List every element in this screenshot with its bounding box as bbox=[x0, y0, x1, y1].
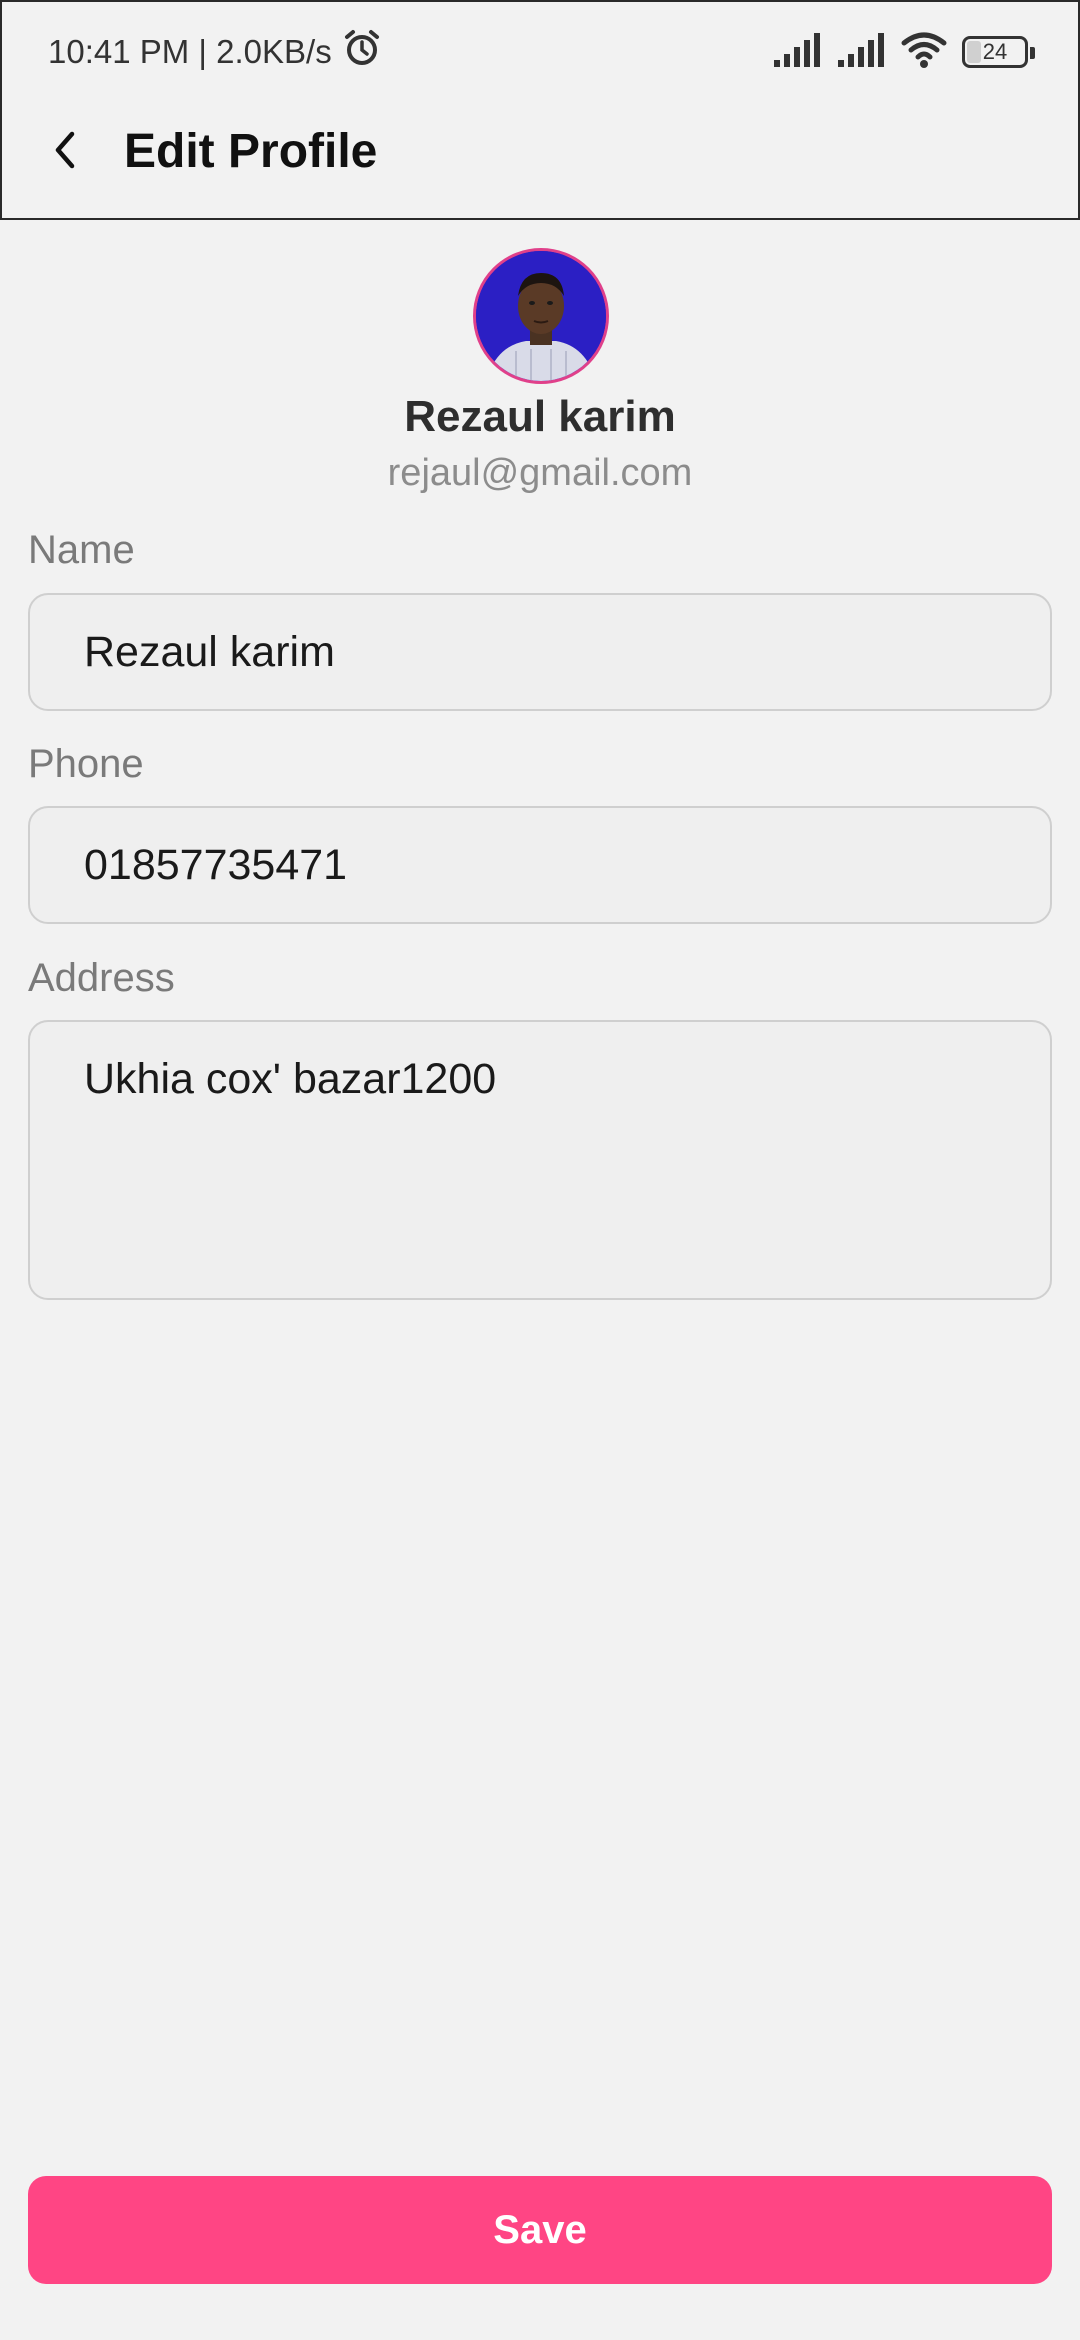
battery-tip bbox=[1030, 47, 1035, 59]
status-bar: 10:41 PM | 2.0KB/s 24 bbox=[2, 2, 1078, 102]
alarm-icon bbox=[342, 28, 382, 76]
address-field[interactable]: Ukhia cox' bazar1200 bbox=[28, 1020, 1052, 1300]
app-bar: Edit Profile bbox=[2, 102, 1078, 220]
chevron-left-icon bbox=[46, 126, 86, 179]
header: 10:41 PM | 2.0KB/s 24 Edit Profile bbox=[0, 0, 1080, 220]
page-title: Edit Profile bbox=[124, 125, 378, 178]
name-field[interactable] bbox=[28, 593, 1052, 711]
signal-icon bbox=[772, 32, 822, 73]
signal-icon bbox=[836, 32, 886, 73]
status-right: 24 bbox=[772, 28, 1035, 76]
save-button[interactable]: Save bbox=[28, 2176, 1052, 2284]
name-label: Name bbox=[28, 528, 135, 572]
battery-fill bbox=[967, 41, 982, 63]
battery-level: 24 bbox=[982, 39, 1008, 64]
phone-label: Phone bbox=[28, 742, 144, 786]
avatar[interactable] bbox=[473, 248, 609, 384]
avatar-image bbox=[476, 251, 606, 381]
status-left: 10:41 PM | 2.0KB/s bbox=[48, 28, 382, 76]
battery-icon: 24 bbox=[962, 36, 1035, 68]
status-time: 10:41 PM | 2.0KB/s bbox=[48, 33, 332, 70]
address-label: Address bbox=[28, 956, 175, 1000]
phone-field[interactable] bbox=[28, 806, 1052, 924]
profile-email: rejaul@gmail.com bbox=[387, 452, 693, 494]
wifi-icon bbox=[900, 31, 948, 74]
profile-name: Rezaul karim bbox=[404, 392, 676, 441]
back-button[interactable] bbox=[36, 122, 96, 182]
